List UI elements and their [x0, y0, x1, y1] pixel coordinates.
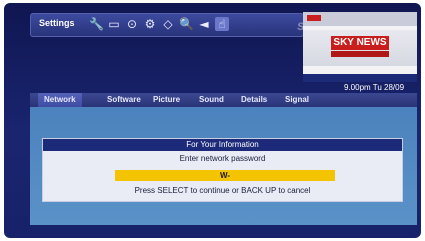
tab-details[interactable]: Details: [235, 93, 273, 107]
info-dialog: For Your Information Enter network passw…: [42, 138, 403, 202]
clock: 9.00pm Tu 28/09: [344, 83, 405, 92]
dialog-title: For Your Information: [43, 139, 402, 151]
tab-bar: Network Software Picture Sound Details S…: [30, 93, 417, 107]
diamond-icon[interactable]: ◇: [161, 17, 175, 31]
interactive-icon[interactable]: ⚙: [143, 17, 157, 31]
dialog-hint: Press SELECT to continue or BACK UP to c…: [134, 186, 311, 195]
tab-sound[interactable]: Sound: [193, 93, 230, 107]
tab-picture[interactable]: Picture: [147, 93, 186, 107]
tab-software[interactable]: Software: [101, 93, 147, 107]
tv-screen: Settings 🔧 ▭ ⊙ ⚙ ◇ 🔍 ◄ ☝ sky SKY NEWS 9.…: [4, 3, 421, 238]
news-ticker: [303, 74, 417, 82]
wrench-icon[interactable]: 🔧: [89, 17, 104, 31]
tab-signal[interactable]: Signal: [279, 93, 315, 107]
tab-network[interactable]: Network: [38, 93, 82, 107]
record-icon[interactable]: ⊙: [125, 17, 139, 31]
top-toolbar: Settings 🔧 ▭ ⊙ ⚙ ◇ 🔍 ◄ ☝ sky: [30, 13, 319, 37]
speaker-icon[interactable]: ◄: [197, 17, 211, 31]
tv-preview: SKY NEWS: [303, 12, 417, 82]
settings-label: Settings: [39, 18, 75, 28]
preview-tag: [307, 15, 321, 21]
dialog-prompt: Enter network password: [179, 154, 266, 163]
network-password-input[interactable]: [115, 170, 335, 181]
hand-icon[interactable]: ☝: [215, 17, 229, 31]
tv-screen-icon[interactable]: ▭: [107, 17, 121, 31]
channel-logo-strap: [331, 51, 389, 57]
channel-logo: SKY NEWS: [331, 36, 389, 50]
search-icon[interactable]: 🔍: [179, 17, 194, 31]
